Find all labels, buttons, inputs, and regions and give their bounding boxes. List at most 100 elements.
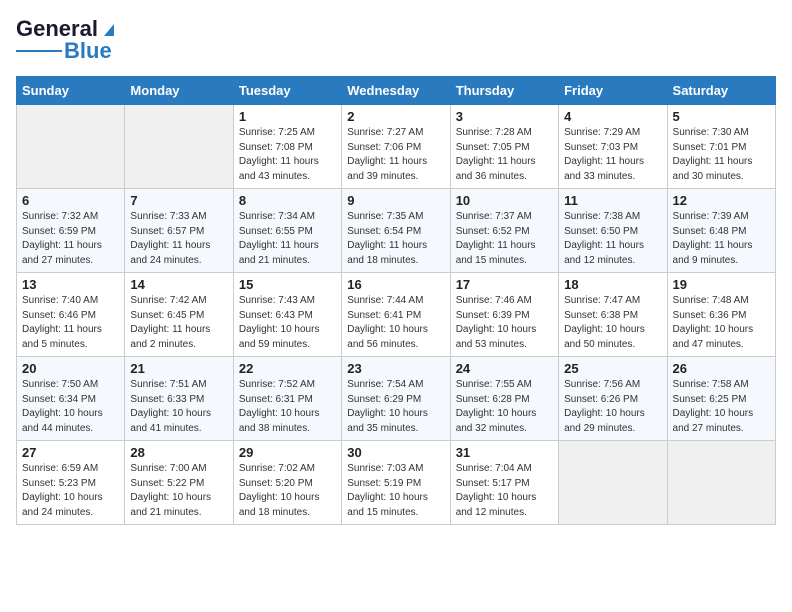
day-number: 30 — [347, 445, 444, 460]
calendar-cell: 24 Sunrise: 7:55 AMSunset: 6:28 PMDayligh… — [450, 357, 558, 441]
calendar-cell: 20 Sunrise: 7:50 AMSunset: 6:34 PMDayligh… — [17, 357, 125, 441]
day-info: Sunrise: 7:50 AMSunset: 6:34 PMDaylight:… — [22, 378, 119, 436]
day-info: Sunrise: 7:32 AMSunset: 6:59 PMDaylight:… — [22, 210, 119, 268]
calendar-cell: 26Sunrise: 7:58 AMSunset: 6:25 PMDayligh… — [667, 357, 775, 441]
day-number: 4 — [564, 109, 661, 124]
column-header-sunday: Sunday — [17, 77, 125, 105]
column-header-tuesday: Tuesday — [233, 77, 341, 105]
day-number: 23 — [347, 361, 444, 376]
calendar-cell: 8Sunrise: 7:34 AMSunset: 6:55 PMDaylight… — [233, 189, 341, 273]
day-number: 13 — [22, 277, 119, 292]
calendar-cell: 12 Sunrise: 7:39 AMSunset: 6:48 PMDayligh… — [667, 189, 775, 273]
calendar-cell: 7 Sunrise: 7:33 AMSunset: 6:57 PMDaylight… — [125, 189, 233, 273]
day-number: 14 — [130, 277, 227, 292]
day-number: 3 — [456, 109, 553, 124]
day-info: Sunrise: 7:51 AMSunset: 6:33 PMDaylight:… — [130, 378, 227, 436]
day-number: 22 — [239, 361, 336, 376]
calendar-cell: 29 Sunrise: 7:02 AMSunset: 5:20 PMDayligh… — [233, 441, 341, 525]
calendar-cell: 10Sunrise: 7:37 AMSunset: 6:52 PMDayligh… — [450, 189, 558, 273]
day-number: 29 — [239, 445, 336, 460]
column-header-monday: Monday — [125, 77, 233, 105]
day-info: Sunrise: 7:04 AMSunset: 5:17 PMDaylight:… — [456, 462, 553, 520]
calendar-cell: 16Sunrise: 7:44 AMSunset: 6:41 PMDayligh… — [342, 273, 450, 357]
day-number: 18 — [564, 277, 661, 292]
calendar-cell: 13 Sunrise: 7:40 AMSunset: 6:46 PMDayligh… — [17, 273, 125, 357]
calendar-header-row: SundayMondayTuesdayWednesdayThursdayFrid… — [17, 77, 776, 105]
day-number: 25 — [564, 361, 661, 376]
day-number: 5 — [673, 109, 770, 124]
calendar-cell: 23 Sunrise: 7:54 AMSunset: 6:29 PMDayligh… — [342, 357, 450, 441]
day-number: 9 — [347, 193, 444, 208]
calendar-cell: 21 Sunrise: 7:51 AMSunset: 6:33 PMDayligh… — [125, 357, 233, 441]
day-info: Sunrise: 7:00 AMSunset: 5:22 PMDaylight:… — [130, 462, 227, 520]
day-number: 2 — [347, 109, 444, 124]
day-info: Sunrise: 7:03 AMSunset: 5:19 PMDaylight:… — [347, 462, 444, 520]
day-number: 20 — [22, 361, 119, 376]
calendar-cell: 25 Sunrise: 7:56 AMSunset: 6:26 PMDayligh… — [559, 357, 667, 441]
column-header-friday: Friday — [559, 77, 667, 105]
day-info: Sunrise: 7:48 AMSunset: 6:36 PMDaylight:… — [673, 294, 770, 352]
day-info: Sunrise: 7:35 AMSunset: 6:54 PMDaylight:… — [347, 210, 444, 268]
day-info: Sunrise: 7:34 AMSunset: 6:55 PMDaylight:… — [239, 210, 336, 268]
day-info: Sunrise: 7:56 AMSunset: 6:26 PMDaylight:… — [564, 378, 661, 436]
calendar-cell: 3 Sunrise: 7:28 AMSunset: 7:05 PMDaylight… — [450, 105, 558, 189]
calendar-cell: 5 Sunrise: 7:30 AMSunset: 7:01 PMDaylight… — [667, 105, 775, 189]
day-info: Sunrise: 7:58 AMSunset: 6:25 PMDaylight:… — [673, 378, 770, 436]
day-info: Sunrise: 7:46 AMSunset: 6:39 PMDaylight:… — [456, 294, 553, 352]
calendar-cell: 1 Sunrise: 7:25 AMSunset: 7:08 PMDaylight… — [233, 105, 341, 189]
day-number: 17 — [456, 277, 553, 292]
column-header-thursday: Thursday — [450, 77, 558, 105]
day-info: Sunrise: 7:54 AMSunset: 6:29 PMDaylight:… — [347, 378, 444, 436]
day-info: Sunrise: 7:47 AMSunset: 6:38 PMDaylight:… — [564, 294, 661, 352]
day-info: Sunrise: 7:33 AMSunset: 6:57 PMDaylight:… — [130, 210, 227, 268]
day-info: Sunrise: 6:59 AMSunset: 5:23 PMDaylight:… — [22, 462, 119, 520]
calendar-cell: 15Sunrise: 7:43 AMSunset: 6:43 PMDayligh… — [233, 273, 341, 357]
day-number: 7 — [130, 193, 227, 208]
calendar-cell — [559, 441, 667, 525]
column-header-saturday: Saturday — [667, 77, 775, 105]
day-info: Sunrise: 7:52 AMSunset: 6:31 PMDaylight:… — [239, 378, 336, 436]
day-number: 24 — [456, 361, 553, 376]
day-info: Sunrise: 7:29 AMSunset: 7:03 PMDaylight:… — [564, 126, 661, 184]
calendar-week-1: 1 Sunrise: 7:25 AMSunset: 7:08 PMDaylight… — [17, 105, 776, 189]
calendar-cell — [667, 441, 775, 525]
day-number: 28 — [130, 445, 227, 460]
logo-triangle-icon — [100, 20, 118, 38]
logo-blue-text: Blue — [64, 38, 112, 64]
calendar-cell: 19 Sunrise: 7:48 AMSunset: 6:36 PMDayligh… — [667, 273, 775, 357]
day-info: Sunrise: 7:28 AMSunset: 7:05 PMDaylight:… — [456, 126, 553, 184]
day-number: 1 — [239, 109, 336, 124]
calendar-cell: 17 Sunrise: 7:46 AMSunset: 6:39 PMDayligh… — [450, 273, 558, 357]
calendar-cell: 9 Sunrise: 7:35 AMSunset: 6:54 PMDaylight… — [342, 189, 450, 273]
day-number: 21 — [130, 361, 227, 376]
day-info: Sunrise: 7:39 AMSunset: 6:48 PMDaylight:… — [673, 210, 770, 268]
calendar-cell: 6 Sunrise: 7:32 AMSunset: 6:59 PMDaylight… — [17, 189, 125, 273]
calendar-cell: 4 Sunrise: 7:29 AMSunset: 7:03 PMDaylight… — [559, 105, 667, 189]
day-info: Sunrise: 7:27 AMSunset: 7:06 PMDaylight:… — [347, 126, 444, 184]
day-number: 31 — [456, 445, 553, 460]
day-number: 19 — [673, 277, 770, 292]
day-info: Sunrise: 7:44 AMSunset: 6:41 PMDaylight:… — [347, 294, 444, 352]
calendar-cell: 11Sunrise: 7:38 AMSunset: 6:50 PMDayligh… — [559, 189, 667, 273]
calendar-cell: 28 Sunrise: 7:00 AMSunset: 5:22 PMDayligh… — [125, 441, 233, 525]
calendar-cell: 30 Sunrise: 7:03 AMSunset: 5:19 PMDayligh… — [342, 441, 450, 525]
calendar-week-3: 13 Sunrise: 7:40 AMSunset: 6:46 PMDayligh… — [17, 273, 776, 357]
column-header-wednesday: Wednesday — [342, 77, 450, 105]
day-number: 6 — [22, 193, 119, 208]
day-info: Sunrise: 7:55 AMSunset: 6:28 PMDaylight:… — [456, 378, 553, 436]
calendar-week-4: 20 Sunrise: 7:50 AMSunset: 6:34 PMDayligh… — [17, 357, 776, 441]
day-info: Sunrise: 7:30 AMSunset: 7:01 PMDaylight:… — [673, 126, 770, 184]
day-number: 12 — [673, 193, 770, 208]
day-number: 27 — [22, 445, 119, 460]
day-info: Sunrise: 7:38 AMSunset: 6:50 PMDaylight:… — [564, 210, 661, 268]
day-number: 15 — [239, 277, 336, 292]
calendar-cell: 22 Sunrise: 7:52 AMSunset: 6:31 PMDayligh… — [233, 357, 341, 441]
calendar-cell: 14Sunrise: 7:42 AMSunset: 6:45 PMDayligh… — [125, 273, 233, 357]
calendar-week-5: 27 Sunrise: 6:59 AMSunset: 5:23 PMDayligh… — [17, 441, 776, 525]
day-info: Sunrise: 7:02 AMSunset: 5:20 PMDaylight:… — [239, 462, 336, 520]
calendar-cell — [17, 105, 125, 189]
day-info: Sunrise: 7:40 AMSunset: 6:46 PMDaylight:… — [22, 294, 119, 352]
logo: General Blue — [16, 16, 118, 64]
day-info: Sunrise: 7:37 AMSunset: 6:52 PMDaylight:… — [456, 210, 553, 268]
day-info: Sunrise: 7:25 AMSunset: 7:08 PMDaylight:… — [239, 126, 336, 184]
